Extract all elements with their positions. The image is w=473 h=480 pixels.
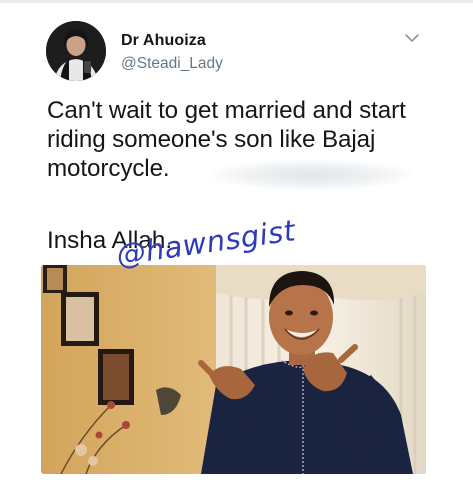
blur-smudge xyxy=(212,160,412,190)
chevron-down-icon[interactable] xyxy=(404,31,420,43)
user-handle[interactable]: @Steadi_Lady xyxy=(121,55,223,73)
avatar[interactable] xyxy=(46,21,106,81)
tweet-media-image[interactable] xyxy=(41,265,426,474)
display-name[interactable]: Dr Ahuoiza xyxy=(121,32,206,50)
top-divider xyxy=(0,0,473,3)
watermark-text: @hawnsgist xyxy=(114,213,298,272)
tweet-card: Dr Ahuoiza @Steadi_Lady Can't wait to ge… xyxy=(0,0,473,480)
avatar-image xyxy=(46,21,106,81)
